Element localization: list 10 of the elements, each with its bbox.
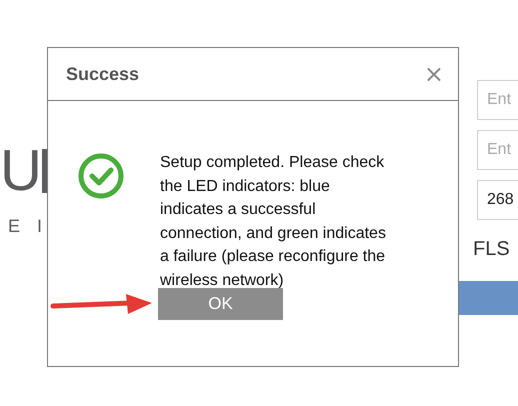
logo-tagline: E I [8,216,48,237]
field-label: FLS [473,238,511,261]
dialog-title: Success [66,64,140,84]
input-field[interactable]: Ent [477,130,518,170]
close-button[interactable]: × [424,62,444,86]
input-field[interactable]: 268 [477,180,518,220]
message-text: Setup completed. Please check the LED indicators: blue indicates a successful connection, and green indicates a failure (please reconfigure the wireless network) [160,153,386,290]
logo-text: U [0,140,42,202]
ok-button[interactable]: OK [158,288,283,320]
input-field[interactable]: Ent [477,80,518,120]
